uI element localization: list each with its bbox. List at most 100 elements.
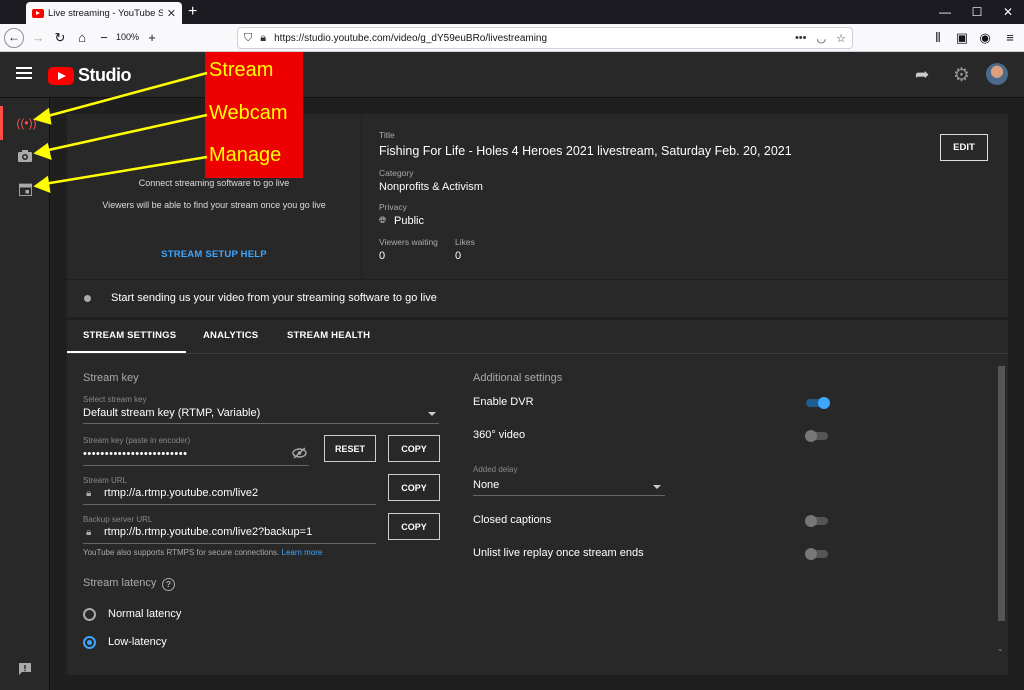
unlist-replay-label: Unlist live replay once stream ends bbox=[473, 547, 644, 559]
viewers-waiting-label: Viewers waiting bbox=[379, 237, 438, 247]
stream-url-value: rtmp://a.rtmp.youtube.com/live2 bbox=[104, 487, 259, 499]
menu-icon[interactable]: ≡ bbox=[1000, 28, 1020, 48]
browser-tab[interactable]: Live streaming - YouTube Studio ✕ bbox=[26, 2, 182, 24]
status-text: Start sending us your video from your st… bbox=[111, 292, 437, 304]
pocket-icon[interactable]: ◡ bbox=[817, 32, 827, 45]
likes-value: 0 bbox=[455, 250, 462, 262]
camera-icon bbox=[18, 150, 32, 162]
url-text[interactable]: https://studio.youtube.com/video/g_dY59e… bbox=[274, 33, 785, 44]
scrollbar[interactable]: ⌄ bbox=[996, 366, 1006, 656]
category-label: Category bbox=[379, 168, 414, 178]
closed-captions-toggle[interactable] bbox=[805, 515, 828, 527]
minimize-button[interactable]: — bbox=[930, 2, 960, 22]
backup-url-label: Backup server URL bbox=[83, 515, 153, 524]
low-latency-label[interactable]: Low-latency bbox=[108, 636, 167, 648]
gear-icon[interactable]: ⚙ bbox=[953, 64, 970, 87]
rail-webcam-button[interactable] bbox=[0, 139, 50, 173]
stream-setup-help-link[interactable]: STREAM SETUP HELP bbox=[67, 249, 361, 260]
youtube-studio-logo[interactable]: Studio bbox=[48, 65, 132, 86]
visibility-off-icon[interactable] bbox=[292, 447, 307, 462]
calendar-icon bbox=[18, 183, 32, 196]
enable-dvr-toggle[interactable] bbox=[806, 397, 830, 409]
youtube-logo-icon bbox=[48, 66, 74, 85]
status-dot-icon bbox=[84, 295, 91, 302]
stream-key-underline bbox=[83, 465, 309, 466]
rtmps-note: YouTube also supports RTMPS for secure c… bbox=[83, 548, 322, 557]
learn-more-link[interactable]: Learn more bbox=[282, 548, 323, 557]
stream-title: Fishing For Life - Holes 4 Heroes 2021 l… bbox=[379, 144, 792, 158]
lock-icon: 🔒︎ bbox=[86, 527, 92, 538]
toggle-knob bbox=[818, 397, 830, 409]
select-stream-key-label: Select stream key bbox=[83, 395, 147, 404]
address-bar[interactable]: ⛉ 🔒︎ https://studio.youtube.com/video/g_… bbox=[237, 27, 853, 49]
scroll-down-icon[interactable]: ⌄ bbox=[997, 644, 1004, 653]
backup-url-underline bbox=[83, 543, 376, 544]
reset-button[interactable]: RESET bbox=[324, 435, 376, 462]
left-rail: ((•)) bbox=[0, 98, 50, 690]
sidebar-icon[interactable]: ▣ bbox=[952, 28, 972, 48]
preview-connect-text: Connect streaming software to go live bbox=[138, 178, 290, 188]
enable-dvr-label: Enable DVR bbox=[473, 396, 534, 408]
unlist-replay-toggle[interactable] bbox=[805, 548, 828, 560]
closed-captions-label: Closed captions bbox=[473, 514, 552, 526]
annotation-stream-label: Stream bbox=[209, 59, 274, 81]
copy-backup-url-button[interactable]: COPY bbox=[388, 513, 440, 540]
browser-tab-title: Live streaming - YouTube Studio bbox=[48, 7, 163, 19]
stream-url-label: Stream URL bbox=[83, 476, 128, 485]
dropdown-caret-icon[interactable] bbox=[653, 485, 661, 489]
zoom-level[interactable]: 100% bbox=[116, 32, 139, 42]
tab-stream-settings[interactable]: STREAM SETTINGS bbox=[83, 330, 176, 341]
tab-stream-health[interactable]: STREAM HEALTH bbox=[287, 330, 370, 341]
normal-latency-label[interactable]: Normal latency bbox=[108, 608, 181, 620]
stream-key-select-underline bbox=[83, 423, 439, 424]
video-360-label: 360° video bbox=[473, 429, 526, 441]
viewers-waiting-value: 0 bbox=[379, 250, 386, 262]
added-delay-value[interactable]: None bbox=[473, 479, 499, 491]
reload-icon[interactable]: ↻ bbox=[50, 28, 70, 48]
rail-manage-button[interactable] bbox=[0, 172, 50, 206]
radio-normal-latency[interactable] bbox=[83, 608, 96, 621]
stream-info-panel: Title Fishing For Life - Holes 4 Heroes … bbox=[362, 114, 1008, 279]
radio-low-latency[interactable] bbox=[83, 636, 96, 649]
lock-icon[interactable]: 🔒︎ bbox=[260, 32, 266, 45]
help-icon[interactable]: ? bbox=[162, 578, 175, 591]
stream-status-bar: Start sending us your video from your st… bbox=[67, 280, 1008, 317]
backup-url-value: rtmp://b.rtmp.youtube.com/live2?backup=1 bbox=[104, 526, 313, 538]
back-icon[interactable]: ← bbox=[4, 28, 24, 48]
tab-analytics[interactable]: ANALYTICS bbox=[203, 330, 258, 341]
account-icon[interactable]: ◉ bbox=[975, 28, 995, 48]
toggle-knob bbox=[805, 515, 817, 527]
browser-nav-bar: ← → ↻ ⌂ − 100% + ⛉ 🔒︎ https://studio.you… bbox=[0, 24, 1024, 52]
annotation-manage-label: Manage bbox=[209, 144, 282, 166]
video-360-toggle[interactable] bbox=[805, 430, 828, 442]
toggle-knob bbox=[805, 430, 817, 442]
close-window-button[interactable]: ✕ bbox=[993, 2, 1023, 22]
close-tab-icon[interactable]: ✕ bbox=[167, 7, 176, 20]
share-icon[interactable]: ➦ bbox=[915, 65, 929, 85]
annotation-box: Stream Webcam Manage bbox=[205, 52, 303, 178]
zoom-in-icon[interactable]: + bbox=[142, 28, 162, 48]
rail-stream-button[interactable]: ((•)) bbox=[0, 106, 50, 140]
bookmark-star-icon[interactable]: ☆ bbox=[836, 32, 846, 45]
shield-icon[interactable]: ⛉ bbox=[244, 32, 252, 45]
dropdown-caret-icon[interactable] bbox=[428, 412, 436, 416]
scrollbar-thumb[interactable] bbox=[998, 366, 1005, 621]
page-actions-icon[interactable]: ••• bbox=[795, 32, 807, 44]
edit-button[interactable]: EDIT bbox=[940, 134, 988, 161]
stream-key-field[interactable]: •••••••••••••••••••••••• bbox=[83, 448, 187, 460]
select-stream-key-value[interactable]: Default stream key (RTMP, Variable) bbox=[83, 407, 260, 419]
new-tab-button[interactable]: + bbox=[188, 2, 197, 22]
stream-settings-panel: STREAM SETTINGS ANALYTICS STREAM HEALTH … bbox=[67, 320, 1008, 675]
copy-stream-url-button[interactable]: COPY bbox=[388, 474, 440, 501]
copy-stream-key-button[interactable]: COPY bbox=[388, 435, 440, 462]
stream-url-underline bbox=[83, 504, 376, 505]
forward-icon[interactable]: → bbox=[28, 28, 48, 48]
hamburger-menu-icon[interactable] bbox=[16, 67, 32, 79]
maximize-button[interactable]: ☐ bbox=[962, 2, 992, 22]
home-icon[interactable]: ⌂ bbox=[72, 28, 92, 48]
library-icon[interactable]: ⫴ bbox=[928, 28, 948, 48]
studio-header: Studio ➦ ⚙ bbox=[0, 52, 1024, 98]
rail-feedback-button[interactable] bbox=[0, 652, 50, 686]
zoom-out-icon[interactable]: − bbox=[94, 28, 114, 48]
avatar[interactable] bbox=[986, 63, 1008, 85]
